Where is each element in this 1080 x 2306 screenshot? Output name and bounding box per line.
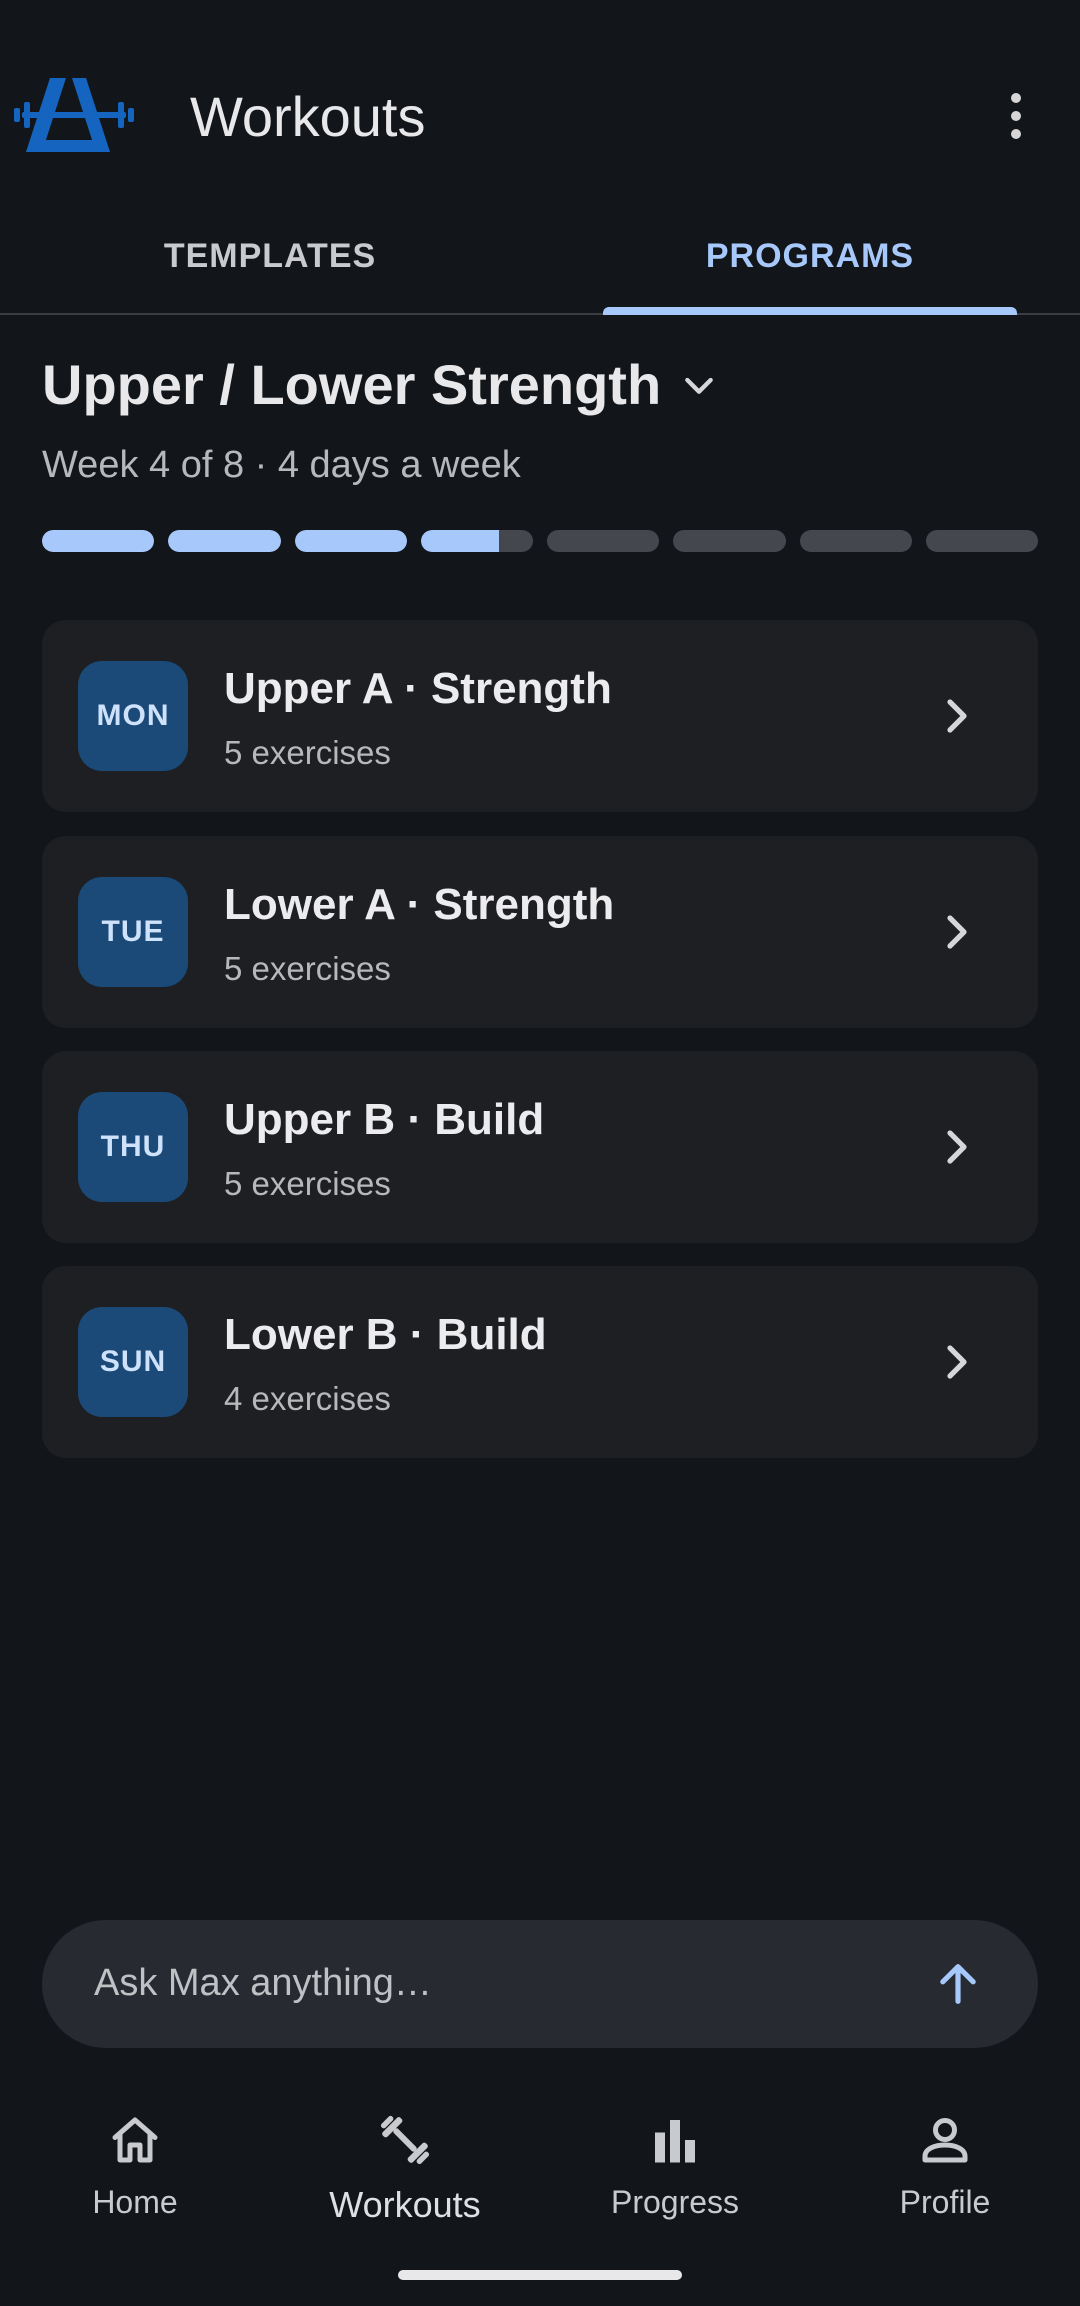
gesture-home-indicator[interactable] <box>398 2270 682 2280</box>
day-exercise-count: 5 exercises <box>224 950 391 987</box>
program-selector[interactable]: Upper / Lower Strength <box>42 352 719 417</box>
app-bar: Workouts <box>0 0 1080 200</box>
tab-bar: TEMPLATES PROGRAMS <box>0 200 1080 315</box>
week-progress-fill <box>42 530 155 552</box>
day-card-sun[interactable]: SUN Lower B · Build 4 exercises <box>42 1266 1038 1458</box>
workouts-screen: Workouts TEMPLATES PROGRAMS Upper / Lowe… <box>0 0 1080 2306</box>
week-progress-fill <box>168 530 281 552</box>
app-logo-icon <box>14 78 134 152</box>
week-progress-segment <box>925 530 1038 552</box>
day-badge: THU <box>78 1092 188 1202</box>
week-progress-fill <box>420 530 500 552</box>
week-progress-segment <box>294 530 407 552</box>
day-exercise-count: 5 exercises <box>224 734 391 771</box>
nav-label: Workouts <box>329 2184 481 2225</box>
day-card-tue[interactable]: TUE Lower A · Strength 5 exercises <box>42 836 1038 1028</box>
nav-label: Profile <box>899 2184 991 2220</box>
week-progress-bar <box>42 530 1038 552</box>
week-progress-segment <box>547 530 660 552</box>
week-progress-segment <box>42 530 155 552</box>
day-title: Lower B · Build <box>224 1310 547 1359</box>
week-progress-segment <box>168 530 281 552</box>
dumbbell-icon <box>380 2115 430 2165</box>
day-card-mon[interactable]: MON Upper A · Strength 5 exercises <box>42 620 1038 812</box>
chevron-right-icon <box>947 1345 967 1379</box>
week-progress-segment <box>799 530 912 552</box>
chevron-right-icon <box>947 1130 967 1164</box>
tab-selected-indicator <box>603 307 1017 315</box>
nav-home[interactable]: Home <box>0 2110 270 2250</box>
day-badge: TUE <box>78 877 188 987</box>
week-progress-segment <box>420 530 533 552</box>
day-title: Upper A · Strength <box>224 664 612 713</box>
program-subtitle: Week 4 of 8 · 4 days a week <box>42 444 521 486</box>
chevron-right-icon <box>947 915 967 949</box>
home-icon <box>112 2117 158 2163</box>
tab-programs[interactable]: PROGRAMS <box>540 200 1080 313</box>
program-title: Upper / Lower Strength <box>42 353 662 416</box>
day-title: Lower A · Strength <box>224 880 615 929</box>
tab-templates[interactable]: TEMPLATES <box>0 200 540 313</box>
nav-label: Progress <box>610 2184 740 2220</box>
day-exercise-count: 4 exercises <box>224 1380 391 1417</box>
day-card-thu[interactable]: THU Upper B · Build 5 exercises <box>42 1051 1038 1243</box>
nav-label: Home <box>92 2184 178 2220</box>
ask-max-placeholder: Ask Max anything… <box>94 1962 432 2004</box>
week-progress-segment <box>673 530 786 552</box>
person-icon <box>922 2117 968 2163</box>
page-title: Workouts <box>190 85 426 148</box>
chevron-right-icon <box>947 699 967 733</box>
day-exercise-count: 5 exercises <box>224 1165 391 1202</box>
ask-max-input[interactable]: Ask Max anything… <box>42 1920 1038 2048</box>
day-badge: MON <box>78 661 188 771</box>
nav-profile[interactable]: Profile <box>810 2110 1080 2250</box>
more-options-icon[interactable] <box>990 90 1042 142</box>
bar-chart-icon <box>655 2120 695 2163</box>
day-title: Upper B · Build <box>224 1095 545 1144</box>
day-badge: SUN <box>78 1307 188 1417</box>
nav-workouts[interactable]: Workouts <box>270 2110 540 2250</box>
nav-progress[interactable]: Progress <box>540 2110 810 2250</box>
arrow-up-icon[interactable] <box>932 1958 984 2010</box>
chevron-down-icon <box>685 377 713 394</box>
week-progress-fill <box>294 530 407 552</box>
